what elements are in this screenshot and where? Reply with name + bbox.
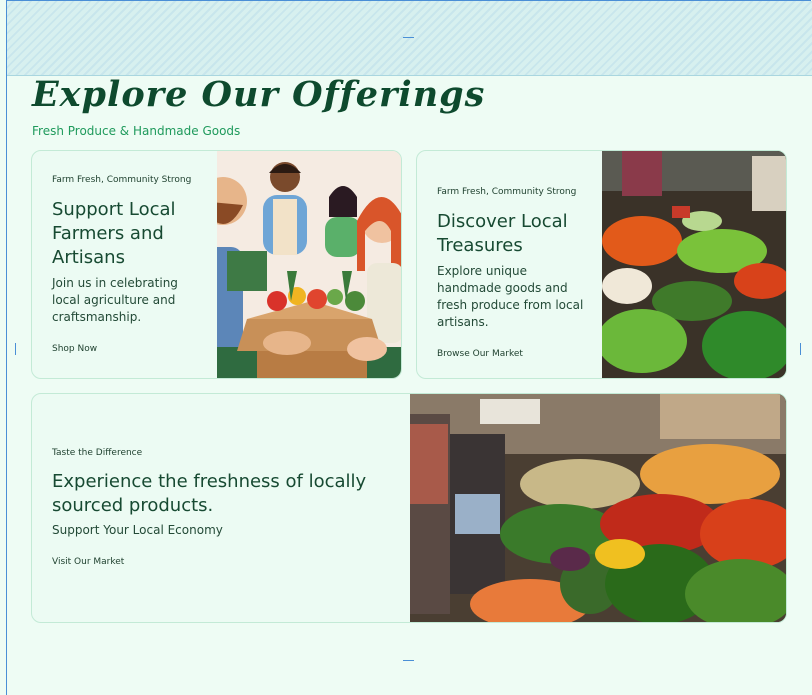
card-body: Explore unique handmade goods and fresh … xyxy=(437,264,584,329)
card-eyebrow: Taste the Difference xyxy=(52,448,143,458)
resize-handle-left[interactable] xyxy=(15,343,16,355)
card-support-local: Farm Fresh, Community Strong Support Loc… xyxy=(31,150,402,379)
section-subtitle: Fresh Produce & Handmade Goods xyxy=(32,124,241,138)
produce-market-photo xyxy=(410,394,786,622)
visit-market-link[interactable]: Visit Our Market xyxy=(52,557,392,567)
card-eyebrow: Farm Fresh, Community Strong xyxy=(437,187,577,197)
card-heading: Experience the freshness of locally sour… xyxy=(52,471,367,516)
card-body: Support Your Local Economy xyxy=(52,523,223,537)
farmers-illustration xyxy=(217,151,401,378)
market-stall-photo xyxy=(602,151,786,378)
card-eyebrow: Farm Fresh, Community Strong xyxy=(52,175,192,185)
shop-now-link[interactable]: Shop Now xyxy=(52,344,202,354)
card-heading: Support Local Farmers and Artisans xyxy=(52,199,176,268)
card-heading: Discover Local Treasures xyxy=(437,211,568,256)
resize-handle-right[interactable] xyxy=(800,343,801,355)
resize-handle-bottom[interactable] xyxy=(403,660,414,661)
card-body: Join us in celebrating local agriculture… xyxy=(52,276,178,324)
browse-market-link[interactable]: Browse Our Market xyxy=(437,349,587,359)
card-experience-freshness: Taste the Difference Experience the fres… xyxy=(31,393,787,623)
resize-handle-top[interactable] xyxy=(403,37,414,38)
section-title: Explore Our Offerings xyxy=(32,74,486,115)
card-discover-treasures: Farm Fresh, Community Strong Discover Lo… xyxy=(416,150,787,379)
padding-overlay xyxy=(7,1,812,76)
